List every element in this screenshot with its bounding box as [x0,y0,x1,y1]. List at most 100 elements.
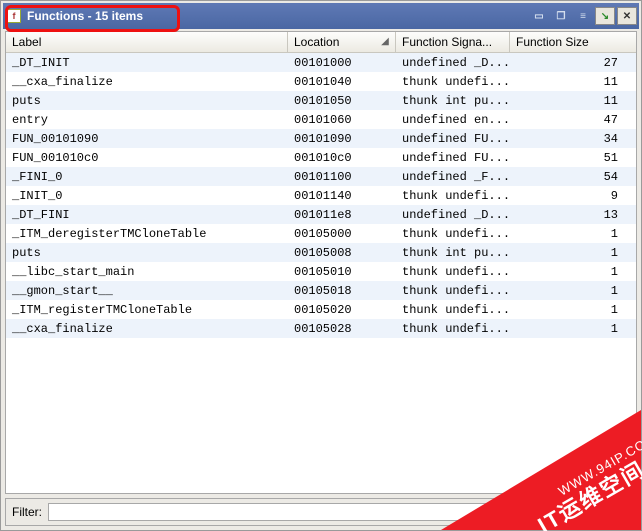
table-row[interactable]: FUN_001010c0001010c0undefined FU...51 [6,148,636,167]
table-body[interactable]: _DT_INIT00101000undefined _D...27__cxa_f… [6,53,636,493]
cell-label: FUN_00101090 [6,132,288,146]
cell-signature: undefined _D... [396,56,510,70]
cell-label: __gmon_start__ [6,284,288,298]
table-row[interactable]: puts00101050thunk int pu...11 [6,91,636,110]
toolbar-icon-2: ❐ [551,7,571,25]
table-row[interactable]: entry00101060undefined en...47 [6,110,636,129]
cell-label: puts [6,246,288,260]
table-row[interactable]: __libc_start_main00105010thunk undefi...… [6,262,636,281]
table-row[interactable]: __gmon_start__00105018thunk undefi...1 [6,281,636,300]
cell-size: 54 [510,170,636,184]
cell-size: 9 [510,189,636,203]
column-header-size-text: Function Size [516,35,589,49]
app-icon: f [7,9,21,23]
cell-location: 00101040 [288,75,396,89]
undock-button[interactable]: ↘ [595,7,615,25]
cell-location: 00105020 [288,303,396,317]
cell-size: 1 [510,322,636,336]
column-header-label[interactable]: Label [6,32,288,52]
cell-signature: thunk undefi... [396,265,510,279]
cell-size: 27 [510,56,636,70]
functions-table: Label Location ◢ Function Signa... Funct… [5,31,637,494]
cell-label: __cxa_finalize [6,322,288,336]
column-header-location[interactable]: Location ◢ [288,32,396,52]
cell-signature: thunk undefi... [396,75,510,89]
table-row[interactable]: _DT_FINI001011e8undefined _D...13 [6,205,636,224]
cell-location: 00105000 [288,227,396,241]
cell-size: 13 [510,208,636,222]
cell-signature: undefined FU... [396,132,510,146]
column-header-location-text: Location [294,35,339,49]
cell-location: 00105028 [288,322,396,336]
cell-label: _DT_INIT [6,56,288,70]
functions-window: f Functions - 15 items ▭ ❐ ≡ ↘ ✕ Label L… [0,0,642,531]
filter-bar: Filter: ▾ [5,498,637,526]
cell-signature: undefined en... [396,113,510,127]
cell-label: _INIT_0 [6,189,288,203]
table-row[interactable]: _ITM_deregisterTMCloneTable00105000thunk… [6,224,636,243]
cell-size: 11 [510,75,636,89]
cell-location: 00101000 [288,56,396,70]
column-header-size[interactable]: Function Size [510,32,636,52]
table-row[interactable]: FUN_0010109000101090undefined FU...34 [6,129,636,148]
table-row[interactable]: __cxa_finalize00105028thunk undefi...1 [6,319,636,338]
cell-label: _ITM_deregisterTMCloneTable [6,227,288,241]
table-row[interactable]: _DT_INIT00101000undefined _D...27 [6,53,636,72]
cell-size: 1 [510,227,636,241]
cell-label: entry [6,113,288,127]
cell-size: 1 [510,246,636,260]
cell-location: 001011e8 [288,208,396,222]
cell-size: 1 [510,265,636,279]
table-header: Label Location ◢ Function Signa... Funct… [6,32,636,53]
cell-size: 11 [510,94,636,108]
cell-location: 00105018 [288,284,396,298]
column-header-label-text: Label [12,35,41,49]
cell-size: 1 [510,284,636,298]
cell-label: __libc_start_main [6,265,288,279]
cell-signature: thunk undefi... [396,227,510,241]
toolbar-icon-3: ≡ [573,7,593,25]
cell-size: 34 [510,132,636,146]
cell-label: FUN_001010c0 [6,151,288,165]
window-title: Functions - 15 items [27,9,143,23]
cell-signature: undefined _D... [396,208,510,222]
column-header-signature-text: Function Signa... [402,35,492,49]
cell-location: 00101090 [288,132,396,146]
cell-signature: thunk undefi... [396,284,510,298]
cell-location: 00105008 [288,246,396,260]
cell-size: 47 [510,113,636,127]
cell-signature: thunk int pu... [396,246,510,260]
cell-signature: thunk undefi... [396,189,510,203]
cell-location: 001010c0 [288,151,396,165]
cell-location: 00101050 [288,94,396,108]
filter-input[interactable] [48,503,604,521]
toolbar-icon-1: ▭ [529,7,549,25]
cell-size: 1 [510,303,636,317]
table-row[interactable]: _FINI_000101100undefined _F...54 [6,167,636,186]
cell-size: 51 [510,151,636,165]
sort-asc-icon: ◢ [379,35,391,47]
titlebar: f Functions - 15 items ▭ ❐ ≡ ↘ ✕ [3,3,639,29]
column-header-signature[interactable]: Function Signa... [396,32,510,52]
filter-label: Filter: [12,505,42,519]
cell-label: puts [6,94,288,108]
table-row[interactable]: __cxa_finalize00101040thunk undefi...11 [6,72,636,91]
table-row[interactable]: puts00105008thunk int pu...1 [6,243,636,262]
cell-signature: thunk undefi... [396,322,510,336]
cell-signature: undefined FU... [396,151,510,165]
cell-label: _FINI_0 [6,170,288,184]
cell-signature: thunk undefi... [396,303,510,317]
cell-location: 00101060 [288,113,396,127]
close-button[interactable]: ✕ [617,7,637,25]
cell-label: _DT_FINI [6,208,288,222]
cell-label: _ITM_registerTMCloneTable [6,303,288,317]
cell-signature: undefined _F... [396,170,510,184]
filter-clear-button[interactable]: ▾ [610,503,630,521]
cell-location: 00101100 [288,170,396,184]
cell-location: 00101140 [288,189,396,203]
cell-label: __cxa_finalize [6,75,288,89]
table-row[interactable]: _INIT_000101140thunk undefi...9 [6,186,636,205]
cell-signature: thunk int pu... [396,94,510,108]
table-row[interactable]: _ITM_registerTMCloneTable00105020thunk u… [6,300,636,319]
cell-location: 00105010 [288,265,396,279]
